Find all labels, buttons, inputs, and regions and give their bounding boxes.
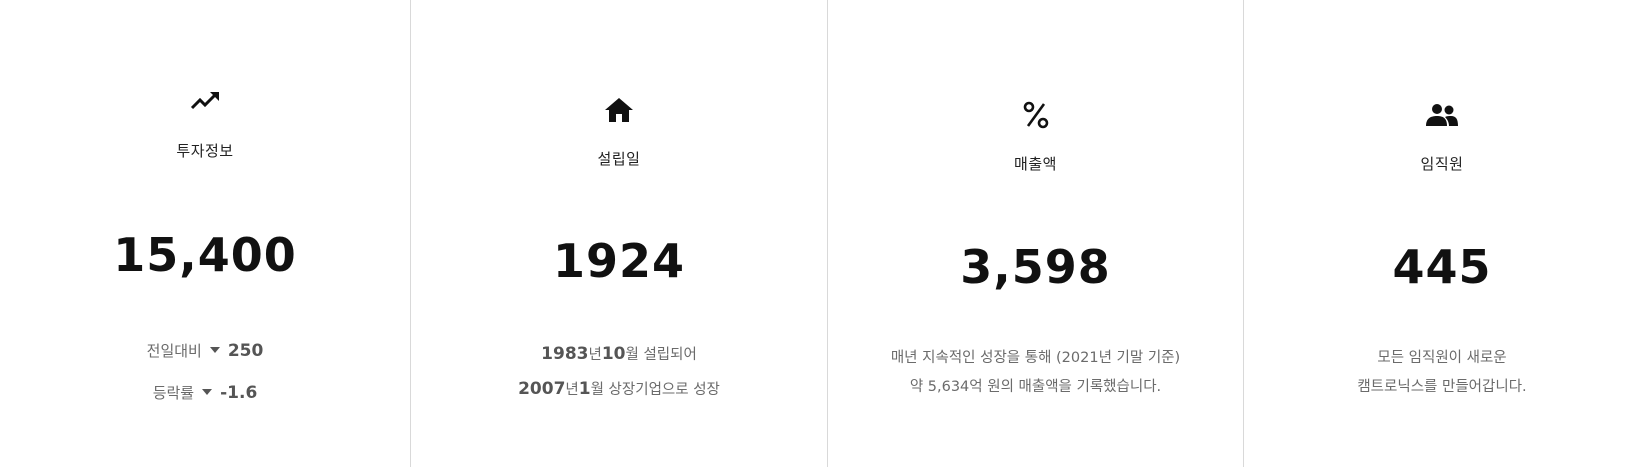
card-label: 투자정보: [176, 142, 234, 160]
card-value: 3,598: [960, 240, 1111, 294]
card-value: 1924: [552, 234, 686, 288]
description-text: 월 상장기업으로 성장: [590, 382, 720, 398]
description-line: 1983년10월 설립되어: [411, 339, 827, 371]
month-value: 10: [601, 344, 626, 364]
investment-card: 투자정보 15,400 전일대비 250 등락률 -1.6: [0, 0, 410, 467]
stat-value: -1.6: [220, 382, 258, 403]
card-label: 설립일: [597, 150, 641, 168]
card-value: 15,400: [113, 228, 297, 282]
trending-up-icon: [0, 88, 410, 112]
employees-card: 임직원 445 모든 임직원이 새로운 캠트로닉스를 만들어갑니다.: [1243, 0, 1640, 467]
description-line: 모든 임직원이 새로운: [1377, 350, 1507, 366]
founding-card: 설립일 1924 1983년10월 설립되어 2007년1월 상장기업으로 성장: [410, 0, 827, 467]
card-label: 매출액: [1014, 155, 1057, 173]
description-line: 2007년1월 상장기업으로 성장: [411, 374, 827, 406]
revenue-card: 매출액 3,598 매년 지속적인 성장을 통해 (2021년 기말 기준) 약…: [827, 0, 1243, 467]
month-value: 1: [578, 379, 591, 399]
people-icon: [1244, 103, 1640, 127]
description-line: 캠트로닉스를 만들어갑니다.: [1357, 379, 1527, 395]
year-value: 2007: [518, 379, 566, 399]
down-triangle-icon: [209, 346, 220, 353]
stat-value: 250: [227, 340, 264, 361]
home-icon: [411, 96, 827, 124]
description-text: 월 설립되어: [625, 347, 697, 363]
stat-row-change: 전일대비 250: [0, 340, 410, 361]
description-line: 매년 지속적인 성장을 통해 (2021년 기말 기준): [890, 350, 1181, 366]
description-line: 약 5,634억 원의 매출액을 기록했습니다.: [909, 379, 1162, 395]
year-value: 1983: [541, 344, 589, 364]
stat-row-rate: 등락률 -1.6: [0, 382, 410, 403]
card-label: 임직원: [1420, 155, 1464, 173]
percent-icon: [828, 101, 1243, 129]
stat-label: 등락률: [152, 384, 195, 402]
unit-text: 년: [588, 347, 602, 363]
unit-text: 년: [565, 382, 579, 398]
down-triangle-icon: [202, 388, 213, 395]
stats-section: 투자정보 15,400 전일대비 250 등락률 -1.6 설립일 1924 1…: [0, 0, 1640, 467]
card-value: 445: [1392, 240, 1492, 294]
stat-label: 전일대비: [146, 342, 202, 360]
